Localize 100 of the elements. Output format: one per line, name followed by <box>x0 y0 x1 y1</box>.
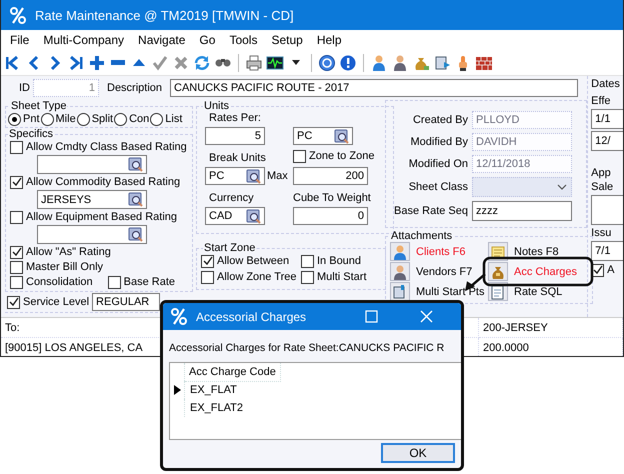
radio-button[interactable]: Split <box>76 112 114 126</box>
person-button[interactable] <box>391 54 409 72</box>
group-label: Specifics <box>8 128 54 140</box>
attachment-label[interactable]: Clients F6 <box>416 246 466 258</box>
menu-item[interactable]: Go <box>192 33 222 47</box>
attachment-label[interactable]: Rate SQL <box>514 286 562 298</box>
attachment-label[interactable]: Vendors F7 <box>416 266 472 278</box>
lookup-icon[interactable] <box>246 168 261 184</box>
field-label: Currency <box>209 192 255 204</box>
text-field[interactable]: 0 <box>293 207 368 225</box>
checkbox[interactable]: Allow Commodity Based Rating <box>10 175 188 189</box>
close-icon[interactable] <box>420 310 433 323</box>
field-value: 200 <box>346 170 364 182</box>
lookup-field[interactable]: CAD <box>205 207 265 225</box>
menu-item[interactable]: Multi-Company <box>36 33 132 47</box>
attachment-label[interactable]: Multi Start Pts <box>416 286 484 298</box>
checkbox[interactable]: Consolidation <box>10 275 93 289</box>
radio-button[interactable]: Pnt <box>8 112 40 126</box>
field-label: Effe <box>591 95 612 107</box>
lookup-icon[interactable] <box>128 227 143 242</box>
last-button[interactable] <box>67 54 85 72</box>
lookup-icon[interactable] <box>246 208 261 224</box>
checkbox[interactable]: Multi Start <box>301 270 381 284</box>
checkbox[interactable]: Zone to Zone <box>293 149 385 163</box>
group-label: Units <box>203 100 230 112</box>
plus-button[interactable] <box>88 54 106 72</box>
text-field[interactable]: DAVIDH <box>472 133 572 151</box>
checkbox[interactable]: Base Rate <box>108 275 176 289</box>
lookup-icon[interactable] <box>128 192 143 207</box>
menu-item[interactable]: File <box>3 33 36 47</box>
binoculars-icon <box>215 58 231 66</box>
date-field[interactable]: 7/1 <box>591 241 623 261</box>
table-cell[interactable]: EX_FLAT2 <box>185 402 243 414</box>
checkbox[interactable]: Service Level <box>7 295 90 309</box>
date-field[interactable]: 1/1 <box>591 109 623 129</box>
checkbox[interactable]: Master Bill Only <box>10 260 188 274</box>
lookup-field[interactable]: JERSEYS <box>37 190 147 209</box>
field-label: Break Units <box>209 152 267 164</box>
field-value: DAVIDH <box>476 136 517 148</box>
check-icon <box>151 54 169 72</box>
check-button[interactable] <box>151 54 169 72</box>
attachment-label[interactable]: Notes F8 <box>514 246 559 258</box>
note-icon <box>490 244 506 260</box>
field-label: Issu <box>591 227 612 239</box>
radio-button[interactable]: Mile <box>40 112 76 126</box>
checkbox[interactable]: A <box>591 263 623 277</box>
refresh-icon <box>193 54 211 72</box>
menu-item[interactable]: Setup <box>264 33 310 47</box>
table-cell: 200.0000 <box>483 342 529 354</box>
lookup-field[interactable]: PC <box>205 167 265 185</box>
field-label: Rates Per: <box>209 112 262 124</box>
help-button[interactable] <box>318 54 336 72</box>
lookup-field[interactable] <box>37 225 147 244</box>
checkbox[interactable]: Allow Zone Tree <box>201 270 301 284</box>
info-button[interactable] <box>339 54 357 72</box>
maximize-icon[interactable] <box>365 310 378 323</box>
field-label: Cube To Weight <box>293 192 372 204</box>
text-field[interactable]: PLLOYD <box>472 111 572 129</box>
window-title: Rate Maintenance @ TM2019 [TMWIN - CD] <box>35 8 294 22</box>
field-label: Dates <box>591 78 621 90</box>
field-value: CAD <box>209 210 232 222</box>
lookup-icon[interactable] <box>128 157 143 172</box>
row-pointer-icon[interactable] <box>172 384 182 396</box>
check-icon <box>8 297 18 307</box>
column-header[interactable]: Acc Charge Code <box>189 366 276 378</box>
attachment-label[interactable]: Acc Charges <box>514 266 577 278</box>
menu-item[interactable]: Help <box>310 33 348 47</box>
table-cell[interactable]: EX_FLAT <box>185 384 237 396</box>
ok-button[interactable]: OK <box>381 443 455 463</box>
field-label: Description <box>107 82 162 94</box>
field-value: JERSEYS <box>41 194 92 206</box>
text-field[interactable]: 5 <box>205 127 265 145</box>
checkbox[interactable]: Allow Between <box>201 254 301 268</box>
date-field[interactable]: 12/ <box>591 131 623 151</box>
checkbox[interactable]: In Bound <box>301 254 381 268</box>
percent-icon <box>9 6 27 24</box>
person-button[interactable] <box>370 54 388 72</box>
menu-item[interactable]: Tools <box>222 33 264 47</box>
lookup-icon[interactable] <box>334 128 349 144</box>
field-label: ID <box>19 82 31 94</box>
person-icon <box>370 54 388 72</box>
id-field[interactable]: 1 <box>33 79 99 97</box>
menu-item[interactable]: Navigate <box>131 33 192 47</box>
checkbox[interactable]: Allow Equipment Based Rating <box>10 210 188 224</box>
description-field[interactable]: CANUCKS PACIFIC ROUTE - 2017 <box>170 79 578 97</box>
lookup-field[interactable] <box>37 155 147 174</box>
lookup-field[interactable]: PC <box>293 127 353 145</box>
monitor-button[interactable] <box>266 54 284 72</box>
field-label: Sale <box>591 181 614 193</box>
text-field[interactable]: 12/11/2018 <box>472 155 572 173</box>
last-icon <box>67 54 85 72</box>
checkbox[interactable]: Allow "As" Rating <box>10 245 188 259</box>
text-field[interactable]: zzzz <box>472 201 572 221</box>
info-icon <box>339 54 357 72</box>
text-field[interactable]: 200 <box>293 167 368 185</box>
service-level-field[interactable]: REGULAR <box>92 293 160 311</box>
radio-button[interactable]: Con <box>114 112 150 126</box>
checkbox[interactable]: Allow Cmdty Class Based Rating <box>10 140 188 154</box>
group-label: Sheet Type <box>10 100 68 112</box>
radio-button[interactable]: List <box>150 112 182 126</box>
